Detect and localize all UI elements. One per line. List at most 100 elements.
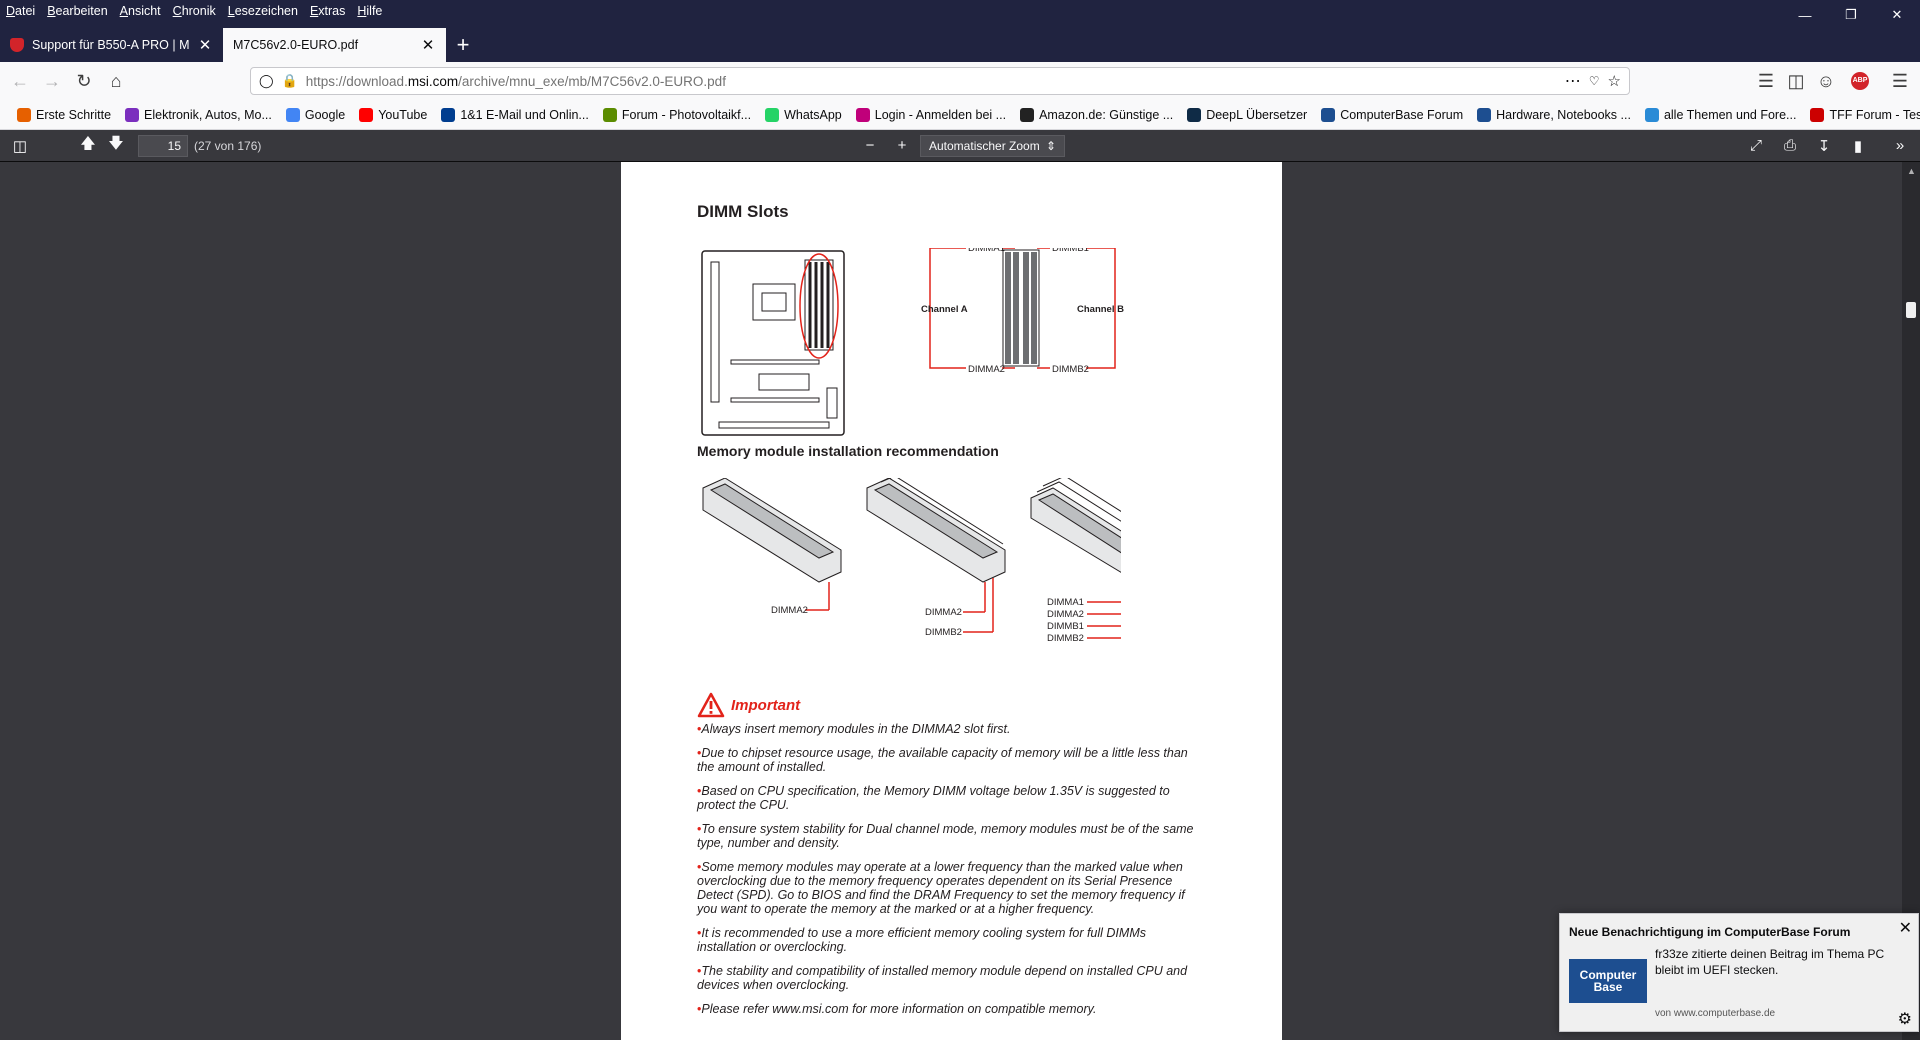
library-icon[interactable]: ☰ <box>1750 65 1782 97</box>
bookmark-favicon-icon <box>1321 107 1336 122</box>
vertical-scrollbar[interactable]: ▲ <box>1902 162 1920 1040</box>
tools-menu-icon[interactable]: » <box>1886 134 1914 158</box>
menu-extras[interactable]: Extras <box>310 4 345 18</box>
bookmark-view-icon[interactable]: ▮ <box>1844 134 1872 158</box>
bookmark-favicon-icon <box>17 107 31 122</box>
tab-title: M7C56v2.0-EURO.pdf <box>233 38 359 52</box>
close-window-button[interactable]: ✕ <box>1874 0 1920 30</box>
page-actions-icon[interactable]: ⋯ <box>1565 71 1581 91</box>
url-bar[interactable]: ◯ 🔒 https://download.msi.com/archive/mnu… <box>250 67 1630 95</box>
bookmark-item[interactable]: Login - Anmelden bei ... <box>849 107 1013 122</box>
bookmark-item[interactable]: Hardware, Notebooks ... <box>1470 107 1638 122</box>
bookmark-favicon-icon <box>1644 107 1659 122</box>
dimm-channel-diagram: DIMMA1 DIMMB1 DIMMA2 DIMMB2 Channel A Ch… <box>921 248 1124 375</box>
bookmark-favicon-icon <box>125 107 140 122</box>
dimmb1-label: DIMMB1 <box>1052 248 1089 254</box>
minimize-button[interactable]: — <box>1782 0 1828 30</box>
scroll-up-icon[interactable]: ▲ <box>1907 166 1916 176</box>
bookmark-item[interactable]: YouTube <box>352 107 434 122</box>
bookmark-label: TFF Forum - Tesla Fahr... <box>1829 107 1920 122</box>
bookmark-favicon-icon <box>602 107 617 122</box>
four-modules-illustration: DIMMA1 DIMMA2 DIMMB1 DIMMB2 <box>1030 478 1121 644</box>
bookmark-item[interactable]: TFF Forum - Tesla Fahr... <box>1803 107 1920 122</box>
notification-popup[interactable]: Neue Benachrichtigung im ComputerBase Fo… <box>1559 913 1919 1032</box>
dimma2-label: DIMMA2 <box>925 607 962 618</box>
channel-b-label: Channel B <box>1077 304 1124 315</box>
channel-a-label: Channel A <box>921 304 968 315</box>
bookmark-favicon-icon <box>1187 107 1202 122</box>
dimma2-label: DIMMA2 <box>771 605 808 616</box>
menu-ansicht[interactable]: Ansicht <box>120 4 161 18</box>
bookmark-item[interactable]: ComputerBase Forum <box>1314 107 1470 122</box>
zoom-out-icon[interactable]: − <box>856 134 884 158</box>
bookmark-item[interactable]: DeepL Übersetzer <box>1180 107 1314 122</box>
one-module-illustration: DIMMA2 <box>702 478 842 616</box>
menu-chronik[interactable]: Chronik <box>173 4 216 18</box>
motherboard-diagram <box>701 250 845 436</box>
bookmark-item[interactable]: Google <box>279 107 352 122</box>
restore-button[interactable]: ❐ <box>1828 0 1874 30</box>
menu-bearbeiten[interactable]: Bearbeiten <box>47 4 107 18</box>
download-icon[interactable]: ↧ <box>1810 134 1838 158</box>
menu-lesezeichen[interactable]: Lesezeichen <box>228 4 298 18</box>
bookmark-favicon-icon <box>765 107 780 122</box>
bookmark-item[interactable]: alle Themen und Fore... <box>1638 107 1803 122</box>
menu-bar: Datei Bearbeiten Ansicht Chronik Lesezei… <box>6 0 382 22</box>
new-tab-button[interactable]: + <box>446 28 480 62</box>
presentation-mode-icon[interactable]: ⤢ <box>1742 134 1770 158</box>
bookmark-favicon-icon <box>285 107 300 122</box>
lock-icon[interactable]: 🔒 <box>282 73 298 89</box>
sidebar-toggle-icon[interactable]: ◫ <box>6 134 34 158</box>
important-label: Important <box>731 696 801 714</box>
bookmark-label: YouTube <box>378 107 428 122</box>
bookmark-label: 1&1 E-Mail und Onlin... <box>460 107 589 122</box>
computerbase-logo: Computer Base <box>1569 959 1647 1003</box>
tab-pdf[interactable]: M7C56v2.0-EURO.pdf ✕ <box>223 28 446 62</box>
forward-arrow-icon[interactable]: → <box>36 65 68 97</box>
next-page-icon[interactable]: 🡇 <box>102 134 130 158</box>
bookmark-item[interactable]: Erste Schritte <box>10 107 118 122</box>
bookmark-item[interactable]: Forum - Photovoltaikf... <box>596 107 758 122</box>
bookmark-item[interactable]: Amazon.de: Günstige ... <box>1013 107 1180 122</box>
back-arrow-icon[interactable]: ← <box>4 65 36 97</box>
menu-hilfe[interactable]: Hilfe <box>357 4 382 18</box>
section-title: Memory module installation recommendatio… <box>697 443 999 459</box>
scrollbar-thumb[interactable] <box>1906 302 1916 318</box>
pdf-viewer[interactable]: DIMM Slots DIMMA1 DIMMB1 DIMMA2 DIMMB2 C… <box>0 162 1902 1040</box>
reload-icon[interactable]: ↻ <box>68 65 100 97</box>
home-icon[interactable]: ⌂ <box>100 65 132 97</box>
dimmb1-label: DIMMB1 <box>1047 621 1084 632</box>
previous-page-icon[interactable]: 🡅 <box>74 134 102 158</box>
bookmark-item[interactable]: Elektronik, Autos, Mo... <box>118 107 279 122</box>
zoom-in-icon[interactable]: + <box>888 134 916 158</box>
gear-icon[interactable]: ⚙ <box>1898 1009 1912 1029</box>
dimma1-label: DIMMA1 <box>968 248 1005 254</box>
dimma2-label: DIMMA2 <box>1047 609 1084 620</box>
note-item: Always insert memory modules in the DIMM… <box>697 722 1207 736</box>
bookmark-label: Forum - Photovoltaikf... <box>621 107 752 122</box>
bookmark-star-icon[interactable]: ☆ <box>1608 72 1621 90</box>
bookmarks-toolbar: Erste Schritte Elektronik, Autos, Mo... Go… <box>0 100 1920 130</box>
account-icon[interactable]: ☺ <box>1810 65 1842 97</box>
bookmark-label: DeepL Übersetzer <box>1206 107 1308 122</box>
zoom-select[interactable]: Automatischer Zoom ⇕ <box>920 134 1065 157</box>
adblock-icon[interactable]: ABP <box>1844 65 1876 97</box>
hamburger-menu-icon[interactable]: ☰ <box>1884 65 1916 97</box>
url-text[interactable]: https://download.msi.com/archive/mnu_exe… <box>306 74 1557 89</box>
notification-body: fr33ze zitierte deinen Beitrag im Thema … <box>1655 947 1885 977</box>
bookmark-label: ComputerBase Forum <box>1340 107 1464 122</box>
tab-close-icon[interactable]: ✕ <box>197 36 213 54</box>
menu-datei[interactable]: Datei <box>6 4 35 18</box>
page-count: (27 von 176) <box>194 138 262 153</box>
page-number-input[interactable]: 15 <box>138 134 188 157</box>
pocket-icon[interactable]: ♡ <box>1589 74 1600 88</box>
close-icon[interactable]: ✕ <box>1899 918 1912 938</box>
tab-msi-support[interactable]: Support für B550-A PRO | Moth ✕ <box>0 28 223 62</box>
tracking-shield-icon[interactable]: ◯ <box>259 73 274 89</box>
tab-close-icon[interactable]: ✕ <box>420 36 436 54</box>
print-icon[interactable]: ⎙ <box>1776 134 1804 158</box>
sidebar-icon[interactable]: ◫ <box>1780 65 1812 97</box>
bookmark-item[interactable]: 1&1 E-Mail und Onlin... <box>434 107 596 122</box>
bookmark-item[interactable]: WhatsApp <box>758 107 849 122</box>
bookmark-favicon-icon <box>359 107 374 122</box>
